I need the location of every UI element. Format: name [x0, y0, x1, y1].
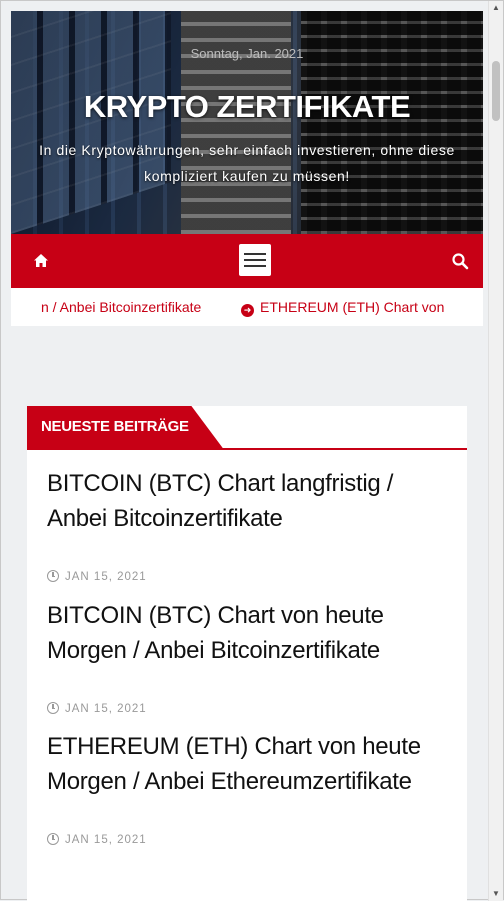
post-title-link[interactable]: BITCOIN (BTC) Chart von heute Morgen / A… [47, 598, 452, 668]
ticker-item[interactable]: n / Anbei Bitcoinzertifikate [41, 299, 201, 315]
post-item: BITCOIN (BTC) Chart langfristig / Anbei … [47, 466, 452, 583]
post-item: BITCOIN (BTC) Chart von heute Morgen / A… [47, 598, 452, 715]
latest-posts-widget: Neueste Beiträge BITCOIN (BTC) Chart lan… [27, 406, 467, 901]
post-item: ETHEREUM (ETH) Chart von heute Morgen / … [47, 729, 452, 846]
widget-header: Neueste Beiträge [27, 406, 467, 450]
ticker-item-label: ETHEREUM (ETH) Chart von [260, 299, 445, 315]
search-icon[interactable] [451, 252, 469, 270]
scroll-down-arrow-icon[interactable]: ▼ [489, 887, 503, 901]
post-title-link[interactable]: BITCOIN (BTC) Chart langfristig / Anbei … [47, 466, 452, 536]
post-date[interactable]: JAN 15, 2021 [47, 570, 452, 583]
main-navigation-bar [11, 234, 483, 288]
post-title-link[interactable]: ETHEREUM (ETH) Chart von heute Morgen / … [47, 729, 452, 799]
clock-icon [47, 570, 59, 582]
post-date[interactable]: JAN 15, 2021 [47, 702, 452, 715]
widget-title: Neueste Beiträge [27, 406, 223, 448]
header-date: Sonntag, Jan. 2021 [190, 46, 304, 61]
site-tagline: In die Kryptowährungen, sehr einfach inv… [39, 142, 455, 184]
clock-icon [47, 833, 59, 845]
scrollbar-thumb[interactable] [492, 61, 500, 121]
browser-viewport: Sonntag, Jan. 2021 KRYPTO ZERTIFIKATE In… [0, 0, 504, 901]
vertical-scrollbar[interactable]: ▲ ▼ [488, 1, 503, 901]
site-title[interactable]: KRYPTO ZERTIFIKATE [11, 89, 483, 125]
scroll-up-arrow-icon[interactable]: ▲ [489, 1, 503, 15]
ticker-item[interactable]: ➜ ETHEREUM (ETH) Chart von [241, 299, 444, 317]
clock-icon [47, 702, 59, 714]
news-ticker: n / Anbei Bitcoinzertifikate ➜ ETHEREUM (… [11, 288, 483, 326]
post-date[interactable]: JAN 15, 2021 [47, 833, 452, 846]
arrow-right-circle-icon: ➜ [241, 304, 254, 317]
site-header-banner: Sonntag, Jan. 2021 KRYPTO ZERTIFIKATE In… [11, 11, 483, 234]
hamburger-menu-button[interactable] [239, 244, 271, 276]
hamburger-menu-icon [244, 253, 266, 255]
home-icon[interactable] [33, 253, 49, 269]
ticker-item-label: n / Anbei Bitcoinzertifikate [41, 299, 202, 315]
